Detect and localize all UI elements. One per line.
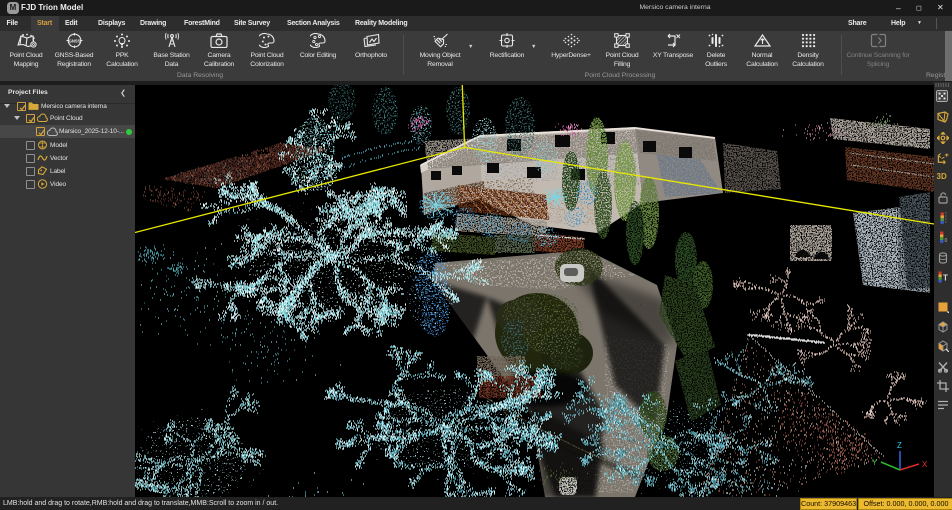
svg-text:T: T — [943, 273, 948, 282]
svg-text:0: 0 — [945, 238, 948, 243]
svg-text:X: X — [922, 460, 928, 469]
svg-text:Z: Z — [897, 441, 902, 450]
svg-text:Y: Y — [872, 458, 878, 467]
